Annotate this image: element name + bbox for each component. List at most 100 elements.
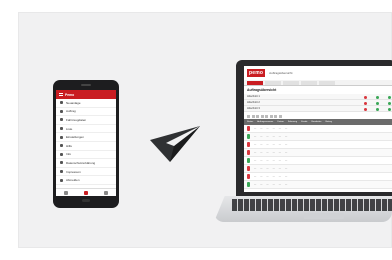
status-indicator (247, 182, 250, 187)
toolbar-icon[interactable] (260, 115, 264, 118)
status-dot (364, 107, 367, 111)
column-header[interactable]: Status (247, 121, 253, 123)
column-header[interactable]: Bearbeiter (311, 121, 321, 123)
table-cell: — (260, 151, 263, 154)
status-dot (376, 101, 379, 105)
nav-tab[interactable] (301, 80, 317, 85)
section-title: Auftragsübersicht (247, 88, 277, 92)
table-cell: — (284, 143, 288, 146)
phone-menu-item[interactable]: Abmelden (56, 176, 116, 185)
table-cell: — (254, 143, 257, 146)
phone-menu-item[interactable]: Auftrag (56, 108, 116, 117)
table-cell: — (266, 167, 269, 170)
status-dot (364, 101, 367, 105)
logout-icon (60, 178, 63, 182)
column-header[interactable]: Kunde (301, 121, 307, 123)
phone-menu-label: Info (66, 152, 72, 157)
toolbar-icon[interactable] (256, 115, 259, 118)
table-cell: — (272, 151, 275, 154)
paper-plane-icon (150, 126, 200, 162)
status-indicator (247, 126, 250, 131)
table-cell: — (260, 135, 263, 138)
table-cell: — (260, 127, 263, 130)
status-dot (376, 95, 379, 99)
status-indicator (247, 142, 250, 147)
table-row[interactable]: — — — — — — (244, 165, 392, 173)
back-icon[interactable] (64, 190, 68, 195)
status-dot (376, 107, 379, 111)
nav-tab[interactable] (247, 80, 263, 85)
toolbar-icon[interactable] (247, 115, 250, 118)
column-header[interactable]: Auftragsnummer (257, 121, 273, 123)
toolbar-icon[interactable] (269, 115, 273, 118)
toolbar-icon[interactable] (278, 115, 282, 118)
toolbar-icon[interactable] (251, 115, 255, 118)
phone-menu-label: Abmelden (66, 178, 80, 183)
car-icon (60, 118, 63, 122)
laptop-base (214, 196, 392, 222)
phone-menu-item[interactable]: Fahrzeugdaten (56, 116, 116, 125)
nav-tab[interactable] (265, 80, 281, 85)
table-cell: — (278, 183, 281, 186)
table-cell: — (272, 167, 275, 170)
table-cell: — (278, 135, 281, 138)
add-icon (60, 101, 63, 105)
toolbar-icon[interactable] (265, 115, 268, 118)
table-row[interactable]: — — — — — — (244, 173, 392, 181)
help-icon (60, 144, 63, 148)
phone-menu-item[interactable]: Info (56, 151, 116, 160)
table-cell: — (266, 175, 269, 178)
table-cell: — (266, 143, 269, 146)
phone-menu-label: Impressum (66, 169, 81, 174)
home-icon[interactable] (84, 190, 88, 195)
phone-menu-label: Liste (66, 126, 73, 131)
table-row[interactable]: — — — — — — (244, 141, 392, 149)
phone-menu-item[interactable]: Hilfe (56, 142, 116, 151)
column-header[interactable]: Fahrzeug (288, 121, 297, 123)
smartphone: Pemo Neuanlage Auftrag Fahrzeugdaten Liste E… (53, 80, 119, 208)
recent-apps-icon[interactable] (104, 190, 108, 195)
nav-tab[interactable] (283, 80, 299, 85)
phone-menu-item[interactable]: Einstellungen (56, 133, 116, 142)
table-cell: — (260, 159, 263, 162)
phone-menu-item[interactable]: Datenschutzerklärung (56, 159, 116, 168)
status-dot (388, 95, 391, 99)
phone-menu-item[interactable]: Impressum (56, 168, 116, 177)
summary-row[interactable]: Abschnitt 3 (244, 106, 392, 112)
web-app-header: pemo Auftragsübersicht (244, 66, 392, 80)
column-header[interactable]: Betrag (326, 121, 332, 123)
table-cell: — (254, 151, 257, 154)
status-indicator (247, 166, 250, 171)
status-indicator (247, 134, 250, 139)
table-cell: — (278, 143, 281, 146)
hamburger-menu-icon[interactable] (59, 93, 63, 96)
table-footer (244, 189, 392, 192)
table-cell: — (254, 183, 257, 186)
list-icon (60, 127, 63, 131)
status-indicator (247, 150, 250, 155)
table-cell: — (272, 143, 275, 146)
table-row[interactable]: — — — — — — (244, 149, 392, 157)
table-row[interactable]: — — — — — — (244, 181, 392, 189)
summary-row-label: Abschnitt 2 (247, 101, 260, 104)
table-cell: — (266, 159, 269, 162)
phone-menu-item[interactable]: Liste (56, 125, 116, 134)
table-cell: — (254, 167, 257, 170)
table-row[interactable]: — — — — — — (244, 125, 392, 133)
table-cell: — (284, 135, 288, 138)
table-cell: — (272, 159, 275, 162)
status-indicator (247, 174, 250, 179)
nav-tab[interactable] (319, 80, 335, 85)
laptop-keyboard (232, 199, 392, 211)
laptop-lid: pemo Auftragsübersicht Auftragsübersicht… (236, 60, 392, 196)
table-row[interactable]: — — — — — — (244, 157, 392, 165)
phone-menu-item[interactable]: Neuanlage (56, 99, 116, 108)
status-dot (364, 95, 367, 99)
table-cell: — (272, 135, 275, 138)
phone-menu: Neuanlage Auftrag Fahrzeugdaten Liste Einste… (56, 99, 116, 185)
table-row[interactable]: — — — — — — (244, 133, 392, 141)
phone-menu-label: Fahrzeugdaten (66, 117, 87, 122)
toolbar-icon[interactable] (274, 115, 277, 118)
column-header[interactable]: Datum (277, 121, 283, 123)
edit-icon (60, 109, 63, 113)
